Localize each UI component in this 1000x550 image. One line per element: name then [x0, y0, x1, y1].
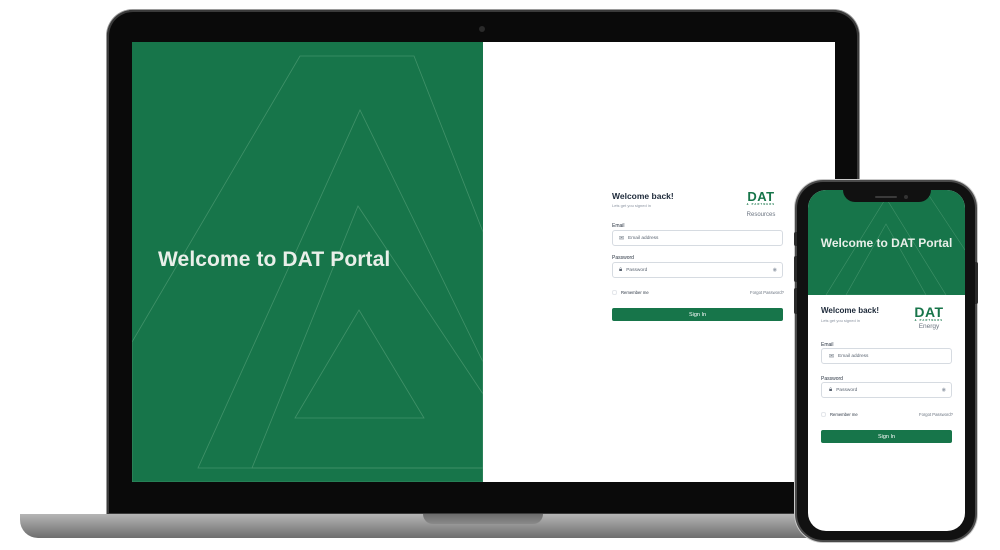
hero-panel: Welcome to DAT Portal	[132, 42, 483, 482]
phone-volume-down-button	[794, 288, 797, 314]
laptop-screen: Welcome to DAT Portal Welcome back! Lets…	[132, 42, 835, 482]
email-label: Email	[612, 223, 625, 229]
phone-screen: Welcome to DAT Portal Welcome back! Lets…	[808, 190, 965, 531]
phone-speaker	[875, 196, 897, 198]
lock-icon: 🔒︎	[829, 386, 833, 393]
mobile-remember-label[interactable]: Remember me	[830, 412, 858, 417]
mobile-password-field[interactable]: 🔒︎ Password ◉	[821, 382, 952, 398]
phone-volume-up-button	[794, 256, 797, 282]
mobile-sign-in-button[interactable]: Sign In	[821, 430, 952, 443]
mobile-login-form: Welcome back! Lets get you signed in DAT…	[821, 304, 953, 454]
email-placeholder: Email address	[628, 235, 659, 241]
login-subtitle: Lets get you signed in	[612, 203, 651, 208]
mobile-email-placeholder: Email address	[838, 353, 869, 359]
mobile-remember-checkbox[interactable]	[821, 412, 826, 417]
hero-title: Welcome to DAT Portal	[158, 248, 391, 271]
phone-notch	[843, 186, 931, 202]
mobile-hero-title: Welcome to DAT Portal	[820, 236, 953, 250]
mobile-logo-tagline: & PARTNERS	[914, 319, 944, 322]
phone-camera	[904, 195, 908, 199]
eye-icon[interactable]: ◉	[773, 267, 777, 273]
phone-mute-switch	[794, 232, 797, 246]
password-field[interactable]: 🔒︎ Password ◉	[612, 262, 783, 278]
brand-logo: DAT & PARTNERS Resources	[743, 189, 779, 218]
mobile-email-field[interactable]: ✉ Email address	[821, 348, 952, 364]
mobile-logo-wordmark: DAT	[914, 304, 944, 320]
login-title: Welcome back!	[612, 191, 674, 201]
email-field[interactable]: ✉ Email address	[612, 230, 783, 246]
laptop-camera	[479, 26, 485, 32]
logo-tagline: & PARTNERS	[746, 203, 776, 206]
password-label: Password	[612, 255, 634, 261]
remember-label[interactable]: Remember me	[621, 290, 649, 295]
lock-icon: 🔒︎	[619, 266, 623, 273]
login-form: Welcome back! Lets get you signed in DAT…	[612, 188, 784, 328]
mobile-brand-logo: DAT & PARTNERS Energy	[909, 304, 949, 330]
logo-wordmark: DAT	[747, 189, 775, 204]
remember-checkbox[interactable]	[612, 290, 617, 295]
mobile-login-subtitle: Lets get you signed in	[821, 318, 860, 323]
mail-icon: ✉	[829, 353, 835, 360]
eye-icon[interactable]: ◉	[942, 387, 946, 393]
brand-name: Resources	[746, 212, 776, 218]
mail-icon: ✉	[619, 235, 625, 242]
mobile-forgot-password-link[interactable]: Forgot Password?	[919, 412, 953, 417]
mobile-password-placeholder: Password	[836, 387, 858, 393]
mobile-hero-panel: Welcome to DAT Portal	[808, 190, 965, 295]
forgot-password-link[interactable]: Forgot Password?	[750, 290, 784, 295]
phone-power-button	[975, 262, 978, 304]
password-placeholder: Password	[626, 267, 648, 273]
mobile-brand-name: Energy	[918, 323, 940, 330]
laptop-opening-notch	[423, 514, 543, 524]
mobile-login-title: Welcome back!	[821, 306, 880, 315]
sign-in-button[interactable]: Sign In	[612, 308, 783, 321]
